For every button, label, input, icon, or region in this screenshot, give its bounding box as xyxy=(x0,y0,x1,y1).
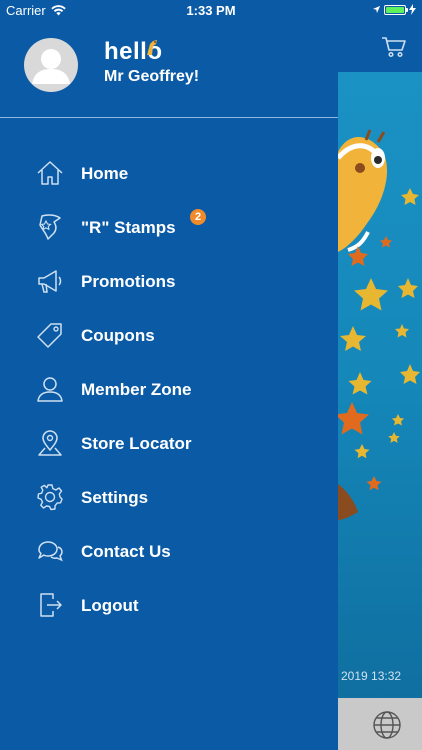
header-divider xyxy=(0,117,338,118)
home-icon xyxy=(37,161,63,185)
user-name: Mr Geoffrey! xyxy=(104,68,200,85)
status-bar: Carrier 1:33 PM xyxy=(0,0,422,22)
cart-icon[interactable] xyxy=(381,36,407,58)
menu-label-promotions: Promotions xyxy=(81,272,176,291)
globe-icon[interactable] xyxy=(372,710,402,740)
navigation-drawer: hello Mr Geoffrey! Home "R" Stamps 2 Pro… xyxy=(0,0,338,750)
charging-icon xyxy=(409,4,416,15)
tag-icon xyxy=(37,323,62,348)
menu-label-contact-us: Contact Us xyxy=(81,542,171,561)
giraffe-stars-illustration xyxy=(338,129,420,520)
menu-label-r-stamps: "R" Stamps xyxy=(81,218,176,237)
menu-item-r-stamps[interactable]: "R" Stamps 2 xyxy=(0,200,338,254)
menu-label-logout: Logout xyxy=(81,596,139,615)
menu-item-settings[interactable]: Settings xyxy=(0,470,338,524)
drawer-menu: Home "R" Stamps 2 Promotions Coupons Mem… xyxy=(0,146,338,632)
menu-item-contact-us[interactable]: Contact Us xyxy=(0,524,338,578)
location-arrow-icon xyxy=(372,5,381,14)
menu-label-store-locator: Store Locator xyxy=(81,434,192,453)
chat-icon xyxy=(38,541,63,562)
menu-item-store-locator[interactable]: Store Locator xyxy=(0,416,338,470)
status-right xyxy=(372,4,416,15)
menu-item-coupons[interactable]: Coupons xyxy=(0,308,338,362)
stamps-count-badge: 2 xyxy=(190,209,206,225)
megaphone-icon xyxy=(38,270,62,293)
menu-item-member-zone[interactable]: Member Zone xyxy=(0,362,338,416)
menu-item-promotions[interactable]: Promotions xyxy=(0,254,338,308)
person-icon xyxy=(37,377,63,402)
gear-icon xyxy=(37,484,63,511)
menu-label-member-zone: Member Zone xyxy=(81,380,192,399)
menu-label-settings: Settings xyxy=(81,488,149,507)
logout-icon xyxy=(40,593,62,617)
giraffe-mini-icon xyxy=(147,40,157,55)
menu-item-logout[interactable]: Logout xyxy=(0,578,338,632)
map-pin-icon xyxy=(38,430,62,456)
menu-label-coupons: Coupons xyxy=(81,326,155,345)
main-screen-peek[interactable]: 2019 13:32 xyxy=(338,0,422,750)
person-placeholder-icon xyxy=(32,49,70,84)
menu-item-home[interactable]: Home xyxy=(0,146,338,200)
battery-icon xyxy=(384,4,408,15)
promo-artwork[interactable] xyxy=(338,72,422,698)
menu-label-home: Home xyxy=(81,164,129,183)
stamp-icon xyxy=(39,214,61,240)
status-time: 1:33 PM xyxy=(186,3,236,18)
last-updated-timestamp: 2019 13:32 xyxy=(341,669,402,683)
avatar[interactable] xyxy=(24,38,78,92)
